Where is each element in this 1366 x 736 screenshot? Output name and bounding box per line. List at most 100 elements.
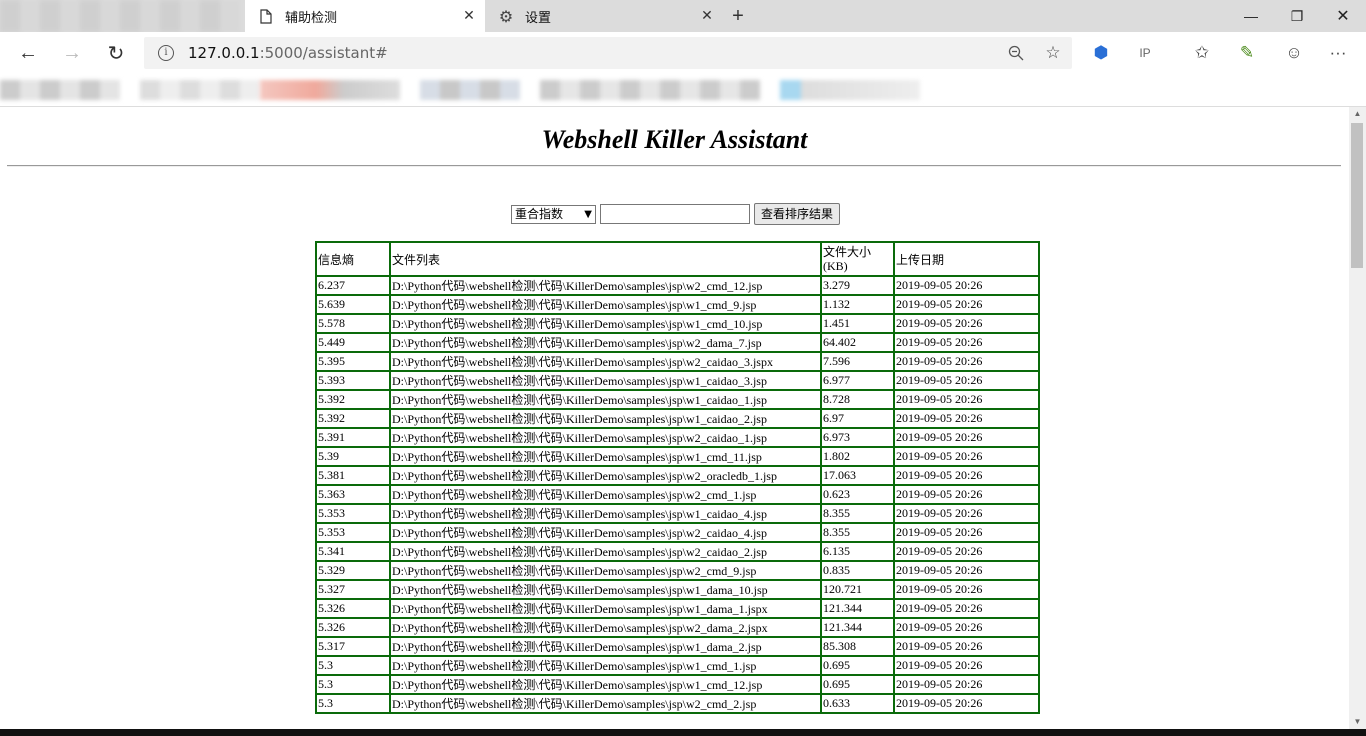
cell-entropy: 5.39 bbox=[316, 447, 390, 466]
url-text: 127.0.0.1:5000/assistant# bbox=[188, 44, 388, 62]
table-row: 5.3 D:\Python代码\webshell检测\代码\KillerDemo\… bbox=[316, 694, 1039, 713]
table-row: 5.449 D:\Python代码\webshell检测\代码\KillerDem… bbox=[316, 333, 1039, 352]
cell-file-path: D:\Python代码\webshell检测\代码\KillerDemo\sam… bbox=[390, 523, 821, 542]
header-file-size: 文件大小(KB) bbox=[821, 242, 894, 276]
cell-file-path: D:\Python代码\webshell检测\代码\KillerDemo\sam… bbox=[390, 390, 821, 409]
feedback-smiley-icon[interactable]: ☺ bbox=[1280, 39, 1308, 67]
cell-file-size: 1.802 bbox=[821, 447, 894, 466]
back-arrow-icon[interactable]: ← bbox=[14, 39, 42, 67]
cell-upload-date: 2019-09-05 20:26 bbox=[894, 523, 1039, 542]
cell-file-path: D:\Python代码\webshell检测\代码\KillerDemo\sam… bbox=[390, 333, 821, 352]
scrollbar-thumb[interactable] bbox=[1351, 123, 1363, 268]
cell-entropy: 5.341 bbox=[316, 542, 390, 561]
refresh-icon[interactable]: ↻ bbox=[102, 39, 130, 67]
forward-arrow-icon[interactable]: → bbox=[58, 39, 86, 67]
tab-settings[interactable]: ⚙ 设置 ✕ bbox=[485, 0, 723, 32]
table-row: 5.395 D:\Python代码\webshell检测\代码\KillerDem… bbox=[316, 352, 1039, 371]
info-icon[interactable]: i bbox=[158, 45, 174, 61]
cell-file-path: D:\Python代码\webshell检测\代码\KillerDemo\sam… bbox=[390, 428, 821, 447]
close-window-icon[interactable]: ✕ bbox=[1320, 0, 1366, 32]
cell-file-size: 0.633 bbox=[821, 694, 894, 713]
table-row: 5.392 D:\Python代码\webshell检测\代码\KillerDem… bbox=[316, 409, 1039, 428]
scroll-down-icon[interactable]: ▼ bbox=[1349, 715, 1366, 729]
close-tab-icon[interactable]: ✕ bbox=[699, 8, 715, 24]
cell-entropy: 5.329 bbox=[316, 561, 390, 580]
blurred-favorite[interactable] bbox=[0, 80, 120, 100]
blurred-tab[interactable] bbox=[0, 0, 240, 32]
cell-upload-date: 2019-09-05 20:26 bbox=[894, 618, 1039, 637]
cell-file-path: D:\Python代码\webshell检测\代码\KillerDemo\sam… bbox=[390, 409, 821, 428]
cell-file-path: D:\Python代码\webshell检测\代码\KillerDemo\sam… bbox=[390, 295, 821, 314]
view-sorted-results-button[interactable]: 查看排序结果 bbox=[754, 203, 841, 225]
title-divider bbox=[7, 165, 1341, 167]
blurred-favorite[interactable] bbox=[140, 80, 260, 100]
tab-label: 辅助检测 bbox=[285, 10, 338, 26]
table-row: 5.353 D:\Python代码\webshell检测\代码\KillerDem… bbox=[316, 523, 1039, 542]
cell-file-size: 8.355 bbox=[821, 504, 894, 523]
tab-assistant[interactable]: 辅助检测 ✕ bbox=[245, 0, 485, 32]
cell-file-size: 1.451 bbox=[821, 314, 894, 333]
vertical-scrollbar[interactable]: ▲ ▼ bbox=[1349, 107, 1366, 729]
cell-entropy: 5.381 bbox=[316, 466, 390, 485]
blurred-favorite[interactable] bbox=[420, 80, 520, 100]
table-header-row: 信息熵 文件列表 文件大小(KB) 上传日期 bbox=[316, 242, 1039, 276]
cell-file-size: 6.97 bbox=[821, 409, 894, 428]
cell-entropy: 5.3 bbox=[316, 656, 390, 675]
table-row: 5.327 D:\Python代码\webshell检测\代码\KillerDem… bbox=[316, 580, 1039, 599]
cell-entropy: 5.353 bbox=[316, 523, 390, 542]
cell-upload-date: 2019-09-05 20:26 bbox=[894, 561, 1039, 580]
blurred-favorite[interactable] bbox=[260, 80, 400, 100]
cell-entropy: 5.393 bbox=[316, 371, 390, 390]
favorite-star-icon[interactable]: ☆ bbox=[1039, 39, 1067, 67]
pen-extension-icon[interactable]: ✎ bbox=[1233, 39, 1261, 67]
search-input[interactable] bbox=[600, 204, 750, 224]
extension-shield-icon[interactable]: ⬢ bbox=[1087, 39, 1115, 67]
blurred-favorite[interactable] bbox=[540, 80, 760, 100]
restore-icon[interactable]: ❐ bbox=[1274, 0, 1320, 32]
cell-upload-date: 2019-09-05 20:26 bbox=[894, 599, 1039, 618]
close-tab-icon[interactable]: ✕ bbox=[461, 8, 477, 24]
new-tab-plus-icon[interactable]: + bbox=[728, 6, 748, 26]
cell-file-size: 8.728 bbox=[821, 390, 894, 409]
minimize-icon[interactable]: — bbox=[1228, 0, 1274, 32]
favorites-list-icon[interactable]: ✩ bbox=[1188, 39, 1216, 67]
tab-label: 设置 bbox=[525, 10, 552, 26]
zoom-out-icon[interactable] bbox=[1002, 39, 1030, 67]
ip-extension-icon[interactable]: IP bbox=[1131, 39, 1159, 67]
cell-file-path: D:\Python代码\webshell检测\代码\KillerDemo\sam… bbox=[390, 637, 821, 656]
cell-file-size: 121.344 bbox=[821, 599, 894, 618]
page-content: Webshell Killer Assistant 重合指数 ▼ 查看排序结果 … bbox=[0, 107, 1349, 729]
blurred-favorite[interactable] bbox=[780, 80, 920, 100]
page-title: Webshell Killer Assistant bbox=[541, 125, 808, 154]
cell-file-size: 121.344 bbox=[821, 618, 894, 637]
sort-select[interactable]: 重合指数 ▼ bbox=[511, 204, 596, 224]
taskbar bbox=[0, 729, 1366, 736]
table-row: 5.639 D:\Python代码\webshell检测\代码\KillerDem… bbox=[316, 295, 1039, 314]
cell-file-size: 120.721 bbox=[821, 580, 894, 599]
cell-file-path: D:\Python代码\webshell检测\代码\KillerDemo\sam… bbox=[390, 276, 821, 295]
table-row: 5.341 D:\Python代码\webshell检测\代码\KillerDem… bbox=[316, 542, 1039, 561]
cell-upload-date: 2019-09-05 20:26 bbox=[894, 314, 1039, 333]
more-menu-icon[interactable]: ··· bbox=[1324, 39, 1352, 67]
cell-file-path: D:\Python代码\webshell检测\代码\KillerDemo\sam… bbox=[390, 599, 821, 618]
header-file-list: 文件列表 bbox=[390, 242, 821, 276]
table-row: 5.363 D:\Python代码\webshell检测\代码\KillerDem… bbox=[316, 485, 1039, 504]
table-row: 5.3 D:\Python代码\webshell检测\代码\KillerDemo\… bbox=[316, 675, 1039, 694]
scroll-up-icon[interactable]: ▲ bbox=[1349, 107, 1366, 121]
cell-entropy: 5.392 bbox=[316, 409, 390, 428]
tab-strip: 辅助检测 ✕ ⚙ 设置 ✕ + — ❐ ✕ bbox=[0, 0, 1366, 32]
cell-upload-date: 2019-09-05 20:26 bbox=[894, 656, 1039, 675]
cell-entropy: 5.3 bbox=[316, 694, 390, 713]
header-entropy: 信息熵 bbox=[316, 242, 390, 276]
table-row: 5.391 D:\Python代码\webshell检测\代码\KillerDem… bbox=[316, 428, 1039, 447]
cell-upload-date: 2019-09-05 20:26 bbox=[894, 637, 1039, 656]
cell-upload-date: 2019-09-05 20:26 bbox=[894, 409, 1039, 428]
table-row: 5.329 D:\Python代码\webshell检测\代码\KillerDem… bbox=[316, 561, 1039, 580]
cell-entropy: 6.237 bbox=[316, 276, 390, 295]
table-row: 5.326 D:\Python代码\webshell检测\代码\KillerDem… bbox=[316, 599, 1039, 618]
results-table: 信息熵 文件列表 文件大小(KB) 上传日期 6.237 D:\Python代码\… bbox=[315, 241, 1040, 714]
table-row: 5.3 D:\Python代码\webshell检测\代码\KillerDemo\… bbox=[316, 656, 1039, 675]
url-field[interactable]: i 127.0.0.1:5000/assistant# ☆ bbox=[144, 37, 1072, 69]
cell-upload-date: 2019-09-05 20:26 bbox=[894, 466, 1039, 485]
cell-file-size: 17.063 bbox=[821, 466, 894, 485]
